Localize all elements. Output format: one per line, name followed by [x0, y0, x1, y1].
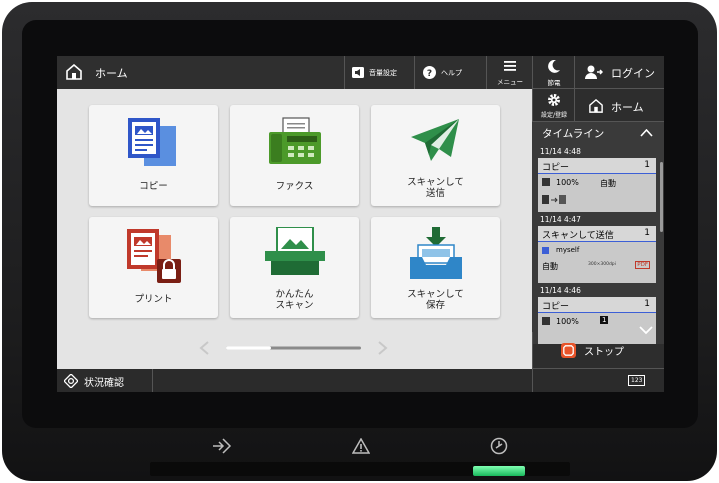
page-scroller — [199, 341, 388, 355]
warning-icon[interactable] — [352, 438, 370, 454]
keypad-bar: 123 — [532, 369, 664, 392]
stop-button[interactable]: ストップ — [532, 332, 664, 369]
job-format: PDF — [635, 261, 650, 269]
help-label: ヘルプ — [441, 69, 462, 77]
secure-print-icon — [127, 229, 181, 283]
timeline-header[interactable]: タイムライン — [532, 122, 664, 143]
power-icon[interactable] — [490, 437, 508, 455]
job-name: コピー — [542, 163, 570, 173]
gear-icon — [548, 94, 560, 106]
job-zoom: 100% — [556, 178, 579, 187]
power-led — [473, 466, 525, 476]
scan-store-icon — [410, 227, 462, 279]
tile-copy-label: コピー — [139, 181, 168, 192]
bottom-bar: 状況確認 — [57, 369, 532, 392]
touch-screen: ホーム 音量設定 ? ヘルプ メニュー コピー ファクス スキャンして 送信 プ… — [57, 56, 664, 392]
chevron-up-icon — [640, 129, 653, 137]
timeline-title: タイムライン — [542, 128, 605, 140]
menu-button[interactable]: メニュー — [486, 56, 532, 89]
settings-button[interactable]: 設定/登録 — [532, 89, 574, 122]
job-copies: 1 — [600, 316, 609, 324]
energy-saver-button[interactable]: 節電 — [532, 56, 574, 89]
home-tiles-area: コピー ファクス スキャンして 送信 プリント かんたん スキャン スキャンして… — [57, 89, 532, 369]
home-label: ホーム — [611, 101, 644, 114]
page-indicator — [226, 346, 271, 350]
login-button[interactable]: ログイン — [574, 56, 664, 89]
tile-fax[interactable]: ファクス — [230, 105, 359, 206]
home-button[interactable]: ホーム — [574, 89, 664, 122]
tile-scan-and-store-label: スキャンして 保存 — [407, 289, 464, 311]
data-input-icon[interactable] — [212, 437, 232, 455]
stop-icon — [561, 343, 576, 358]
svg-text:?: ? — [427, 69, 432, 79]
status-monitor-icon — [64, 374, 78, 388]
job-mode: 自動 — [600, 179, 616, 188]
job-destination: myself — [556, 246, 580, 254]
help-icon: ? — [423, 66, 436, 79]
job-zoom: 100% — [556, 317, 579, 326]
copy-flow-icon — [542, 195, 566, 204]
status-monitor-label: 状況確認 — [84, 378, 124, 389]
timeline-job[interactable]: スキャンして送信 1 myself 自動 300×300dpi PDF — [538, 226, 656, 283]
help-button[interactable]: ? ヘルプ — [414, 56, 486, 89]
tile-print[interactable]: プリント — [89, 217, 218, 318]
job-name: コピー — [542, 302, 570, 312]
job-count: 1 — [644, 228, 650, 238]
status-monitor-button[interactable]: 状況確認 — [57, 369, 153, 392]
job-count: 1 — [644, 160, 650, 170]
settings-label: 設定/登録 — [540, 112, 568, 119]
energy-saver-label: 節電 — [547, 79, 561, 87]
volume-label: 音量設定 — [369, 69, 397, 77]
login-label: ログイン — [611, 67, 655, 80]
destination-icon — [542, 247, 549, 254]
menu-icon — [504, 61, 516, 71]
timeline-panel: タイムライン 11/14 4:48 コピー 1 100% 自動 11/14 4:… — [532, 122, 664, 344]
moon-icon — [548, 60, 560, 73]
job-time: 11/14 4:46 — [540, 286, 581, 295]
paper-plane-icon — [411, 119, 459, 161]
job-name: スキャンして送信 — [542, 231, 614, 241]
tile-copy[interactable]: コピー — [89, 105, 218, 206]
volume-button[interactable]: 音量設定 — [344, 56, 414, 89]
job-count: 1 — [644, 299, 650, 309]
easy-scan-icon — [265, 227, 325, 275]
next-page-icon — [378, 341, 388, 355]
tile-scan-and-send-label: スキャンして 送信 — [407, 177, 464, 199]
timeline-job[interactable]: コピー 1 100% 自動 — [538, 158, 656, 212]
stop-label: ストップ — [584, 347, 624, 358]
tile-scan-and-send[interactable]: スキャンして 送信 — [371, 105, 500, 206]
job-mode: 自動 — [542, 262, 558, 271]
tile-scan-and-store[interactable]: スキャンして 保存 — [371, 217, 500, 318]
login-user-icon — [585, 65, 603, 79]
zoom-icon — [542, 178, 550, 186]
job-resolution: 300×300dpi — [588, 262, 616, 267]
tile-print-label: プリント — [134, 294, 173, 305]
right-panel: 節電 ログイン 設定/登録 ホーム タイムライン 11/14 4:48 コピー … — [532, 56, 664, 392]
speaker-icon — [352, 67, 364, 78]
job-time: 11/14 4:48 — [540, 147, 581, 156]
zoom-icon — [542, 317, 550, 325]
keypad-button[interactable]: 123 — [628, 375, 646, 386]
tile-easy-scan-label: かんたん スキャン — [275, 289, 314, 311]
prev-page-icon — [199, 341, 209, 355]
home-icon — [589, 99, 603, 113]
home-icon — [66, 64, 82, 80]
tile-fax-label: ファクス — [275, 181, 314, 192]
page-title: ホーム — [95, 67, 128, 80]
header-bar: ホーム 音量設定 ? ヘルプ メニュー — [57, 56, 532, 89]
fax-icon — [269, 117, 321, 164]
tile-easy-scan[interactable]: かんたん スキャン — [230, 217, 359, 318]
job-time: 11/14 4:47 — [540, 215, 581, 224]
menu-label: メニュー — [497, 78, 523, 86]
timeline-scrollbar[interactable] — [660, 162, 663, 232]
copy-icon — [128, 118, 176, 166]
